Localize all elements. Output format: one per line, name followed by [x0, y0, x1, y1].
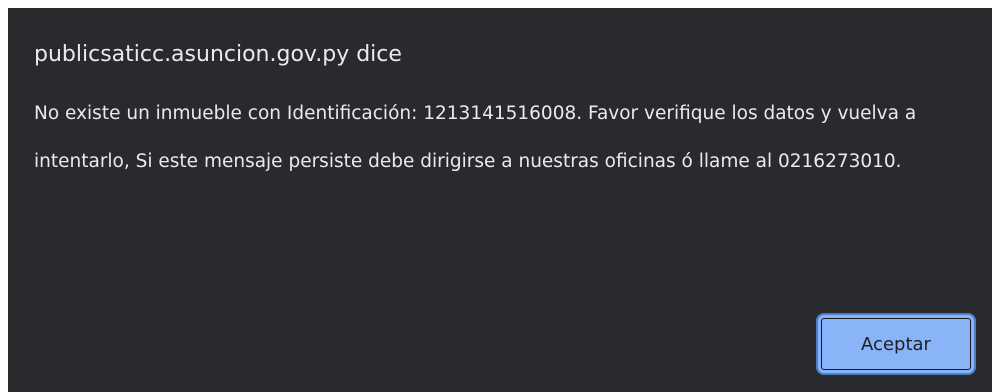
dialog-message: No existe un inmueble con Identificación…	[34, 103, 917, 172]
dialog-title: publicsaticc.asuncion.gov.py dice	[34, 42, 402, 67]
alert-dialog: publicsaticc.asuncion.gov.py dice No exi…	[8, 8, 992, 392]
accept-button[interactable]: Aceptar	[816, 313, 976, 375]
